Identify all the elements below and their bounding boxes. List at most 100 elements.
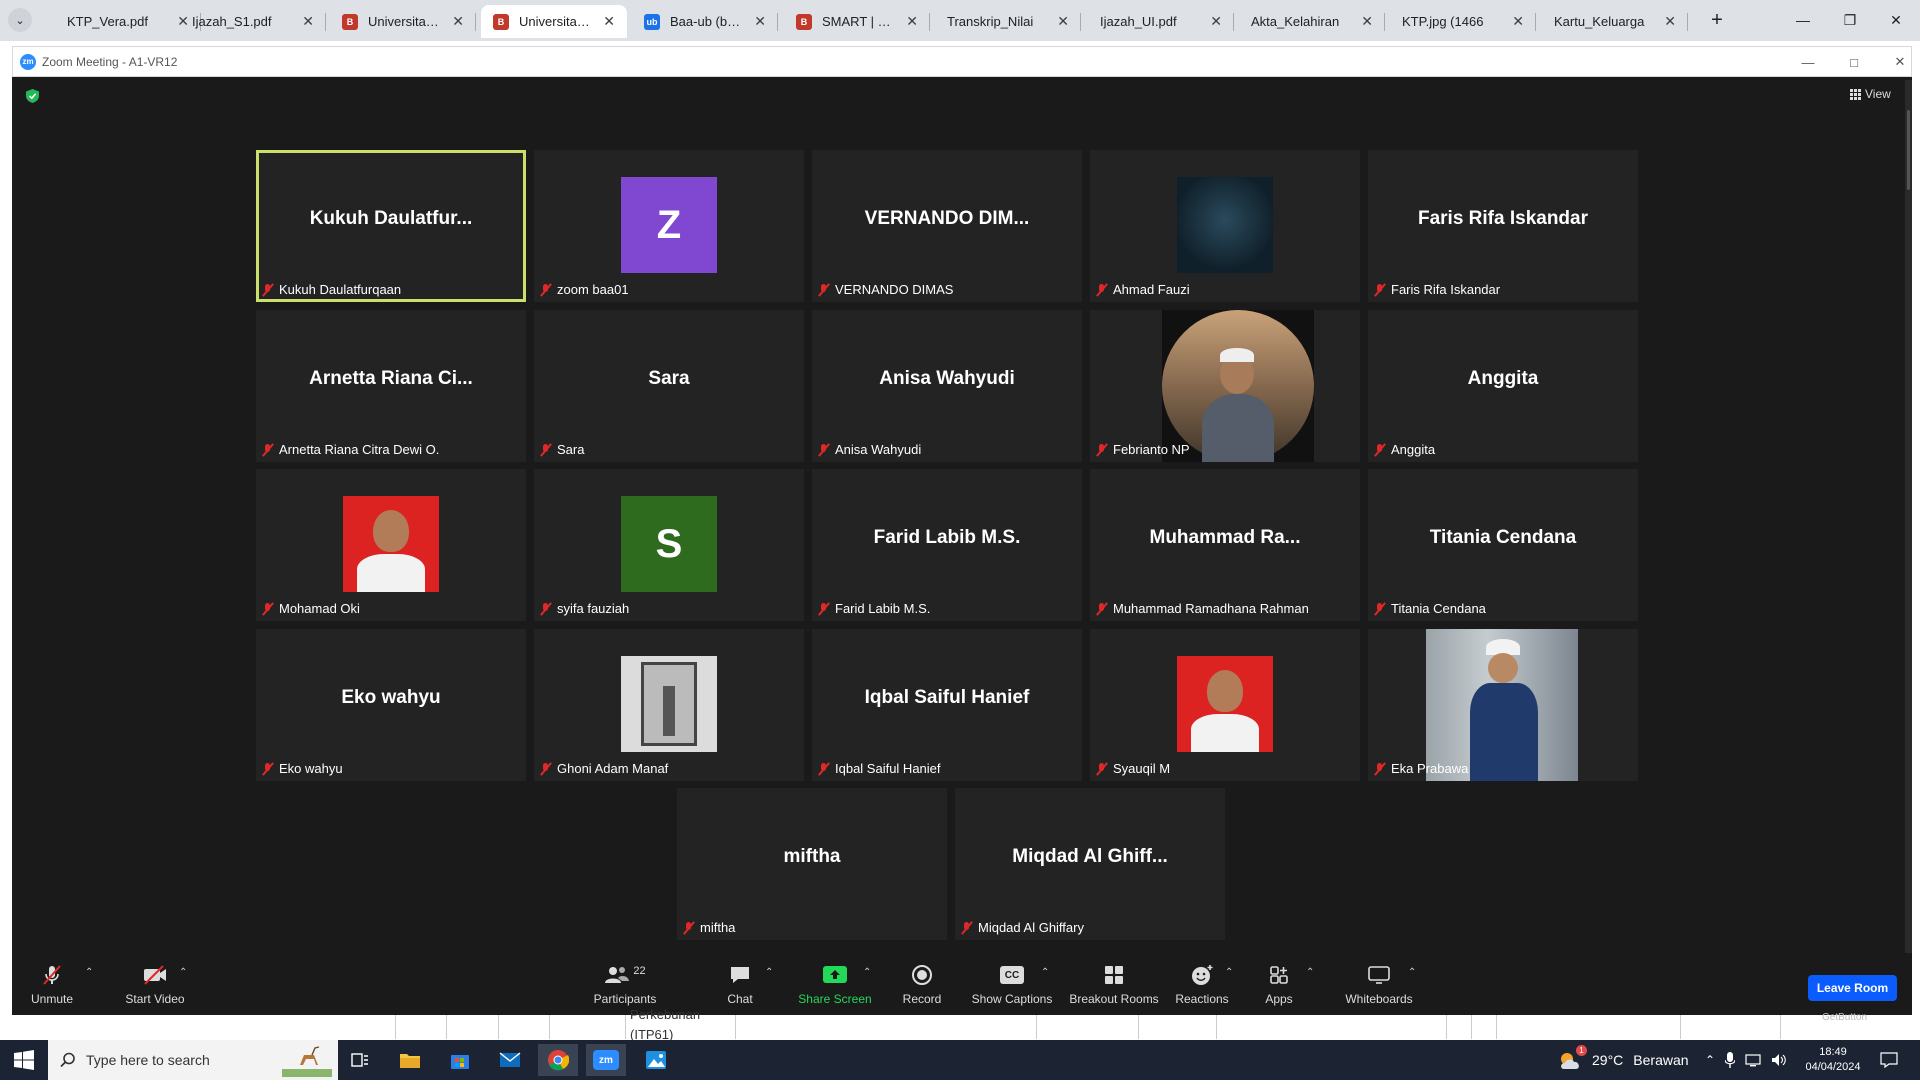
participant-tile[interactable]: Anggita Anggita	[1368, 310, 1638, 462]
participant-tile[interactable]: Miqdad Al Ghiff... Miqdad Al Ghiffary	[955, 788, 1225, 940]
reactions-button[interactable]: Reactions	[1167, 953, 1237, 1015]
reactions-options-caret-icon[interactable]: ⌃	[1225, 967, 1233, 978]
close-icon[interactable]: ✕	[1361, 13, 1373, 30]
task-view-button[interactable]	[340, 1044, 380, 1076]
chrome-taskbar-button[interactable]	[538, 1044, 578, 1076]
participant-tile[interactable]: Kukuh Daulatfur... Kukuh Daulatfurqaan	[256, 150, 526, 302]
maximize-zoom-button[interactable]: □	[1831, 47, 1877, 77]
getbutton-widget[interactable]: GetButton	[1822, 1012, 1867, 1023]
apps-button[interactable]: Apps	[1254, 953, 1304, 1015]
browser-tab[interactable]: Kartu_Keluarga ✕	[1542, 5, 1688, 38]
video-options-caret-icon[interactable]: ⌃	[179, 967, 187, 978]
microsoft-store-button[interactable]	[440, 1044, 480, 1076]
close-icon[interactable]: ✕	[1512, 13, 1524, 30]
weather-widget[interactable]: 1 29°C Berawan	[1558, 1040, 1689, 1080]
whiteboards-button[interactable]: Whiteboards	[1334, 953, 1424, 1015]
minimize-browser-button[interactable]: —	[1780, 5, 1826, 35]
close-icon[interactable]: ✕	[906, 13, 918, 30]
participant-name-label: Titania Cendana	[1374, 601, 1486, 616]
scrollbar-thumb[interactable]	[1907, 110, 1910, 190]
new-tab-button[interactable]: +	[1705, 8, 1729, 32]
participant-tile[interactable]: Iqbal Saiful Hanief Iqbal Saiful Hanief	[812, 629, 1082, 781]
taskbar-search-box[interactable]: Type here to search	[48, 1040, 338, 1080]
shield-icon[interactable]	[26, 89, 39, 103]
share-screen-button[interactable]: Share Screen	[790, 953, 880, 1015]
browser-tab[interactable]: B SMART | BAKRI ✕	[784, 5, 930, 38]
restore-browser-button[interactable]: ❐	[1827, 5, 1873, 35]
mic-muted-icon	[540, 602, 551, 616]
network-icon[interactable]	[1745, 1053, 1761, 1067]
browser-tab[interactable]: B Universitas Bak ✕	[330, 5, 476, 38]
participant-tile[interactable]: Eko wahyu Eko wahyu	[256, 629, 526, 781]
close-icon[interactable]: ✕	[1057, 13, 1069, 30]
browser-tab[interactable]: KTP.jpg (1466 ✕	[1390, 5, 1536, 38]
browser-tab[interactable]: ub Baa-ub (baa-ub ✕	[632, 5, 778, 38]
start-video-button[interactable]: Start Video	[115, 953, 195, 1015]
close-icon[interactable]: ✕	[754, 13, 766, 30]
participant-tile[interactable]: Ahmad Fauzi	[1090, 150, 1360, 302]
close-icon[interactable]: ✕	[1210, 13, 1222, 30]
close-icon[interactable]: ✕	[603, 13, 615, 30]
participant-name: Ahmad Fauzi	[1113, 282, 1190, 297]
participant-tile[interactable]: Mohamad Oki	[256, 469, 526, 621]
participant-tile[interactable]: VERNANDO DIM... VERNANDO DIMAS	[812, 150, 1082, 302]
participant-tile[interactable]: Eka Prabawa	[1368, 629, 1638, 781]
show-captions-button[interactable]: CC Show Captions	[967, 953, 1057, 1015]
leave-room-button[interactable]: Leave Room	[1808, 975, 1897, 1001]
minimize-zoom-button[interactable]: —	[1785, 47, 1831, 77]
participant-tile[interactable]: Syauqil M	[1090, 629, 1360, 781]
participant-tile[interactable]: Farid Labib M.S. Farid Labib M.S.	[812, 469, 1082, 621]
view-button[interactable]: View	[1850, 87, 1891, 101]
tab-search-menu-button[interactable]: ⌄	[8, 8, 32, 32]
mic-muted-icon	[540, 283, 551, 297]
participant-tile[interactable]: Ghoni Adam Manaf	[534, 629, 804, 781]
record-icon	[912, 965, 932, 985]
captions-options-caret-icon[interactable]: ⌃	[1041, 967, 1049, 978]
participant-tile[interactable]: Zzoom baa01	[534, 150, 804, 302]
windows-start-icon[interactable]	[14, 1050, 34, 1070]
breakout-rooms-button[interactable]: Breakout Rooms	[1064, 953, 1164, 1015]
browser-tab[interactable]: B Universitas Bak ✕	[481, 5, 627, 38]
participant-tile[interactable]: Muhammad Ra... Muhammad Ramadhana Rahman	[1090, 469, 1360, 621]
mail-button[interactable]	[490, 1044, 530, 1076]
show-hidden-icons-icon[interactable]: ⌃	[1705, 1053, 1715, 1067]
participant-name: Eka Prabawa	[1391, 761, 1469, 776]
close-browser-button[interactable]: ✕	[1873, 5, 1919, 35]
participant-tile[interactable]: Arnetta Riana Ci... Arnetta Riana Citra D…	[256, 310, 526, 462]
close-zoom-button[interactable]: ✕	[1877, 47, 1920, 77]
apps-options-caret-icon[interactable]: ⌃	[1306, 967, 1314, 978]
close-icon[interactable]: ✕	[452, 13, 464, 30]
speaker-icon[interactable]	[1771, 1053, 1787, 1067]
unmute-button[interactable]: Unmute	[22, 953, 82, 1015]
zoom-taskbar-button[interactable]: zm	[586, 1044, 626, 1076]
whiteboards-options-caret-icon[interactable]: ⌃	[1408, 967, 1416, 978]
close-icon[interactable]: ✕	[1664, 13, 1676, 30]
participant-tile[interactable]: Ssyifa fauziah	[534, 469, 804, 621]
browser-tab[interactable]: Ijazah_UI.pdf ✕	[1088, 5, 1234, 38]
record-button[interactable]: Record	[892, 953, 952, 1015]
participant-name: Ghoni Adam Manaf	[557, 761, 669, 776]
browser-tab[interactable]: Ijazah_S1.pdf ✕	[180, 5, 326, 38]
participant-tile[interactable]: Febrianto NP	[1090, 310, 1360, 462]
audio-options-caret-icon[interactable]: ⌃	[85, 967, 93, 978]
chat-options-caret-icon[interactable]: ⌃	[765, 967, 773, 978]
participant-tile[interactable]: Faris Rifa Iskandar Faris Rifa Iskandar	[1368, 150, 1638, 302]
participant-tile[interactable]: Sara Sara	[534, 310, 804, 462]
participant-tile[interactable]: miftha miftha	[677, 788, 947, 940]
notifications-button[interactable]	[1880, 1040, 1898, 1080]
close-icon[interactable]: ✕	[302, 13, 314, 30]
participant-display-name: Kukuh Daulatfur...	[309, 208, 473, 229]
participant-tile[interactable]: Titania Cendana Titania Cendana	[1368, 469, 1638, 621]
browser-tab[interactable]: Akta_Kelahiran ✕	[1239, 5, 1385, 38]
photos-taskbar-button[interactable]	[636, 1044, 676, 1076]
chat-button[interactable]: Chat	[715, 953, 765, 1015]
underlying-cell-text: Perkebunan (ITP61)	[630, 1007, 701, 1042]
participant-tile[interactable]: Anisa Wahyudi Anisa Wahyudi	[812, 310, 1082, 462]
microphone-icon[interactable]	[1725, 1052, 1736, 1068]
browser-tab[interactable]: Transkrip_Nilai ✕	[935, 5, 1081, 38]
scrollbar[interactable]	[1905, 80, 1912, 1015]
clock[interactable]: 18:49 04/04/2024	[1800, 1040, 1866, 1080]
participant-name-label: Kukuh Daulatfurqaan	[262, 282, 401, 297]
share-options-caret-icon[interactable]: ⌃	[863, 967, 871, 978]
file-explorer-button[interactable]	[390, 1044, 430, 1076]
